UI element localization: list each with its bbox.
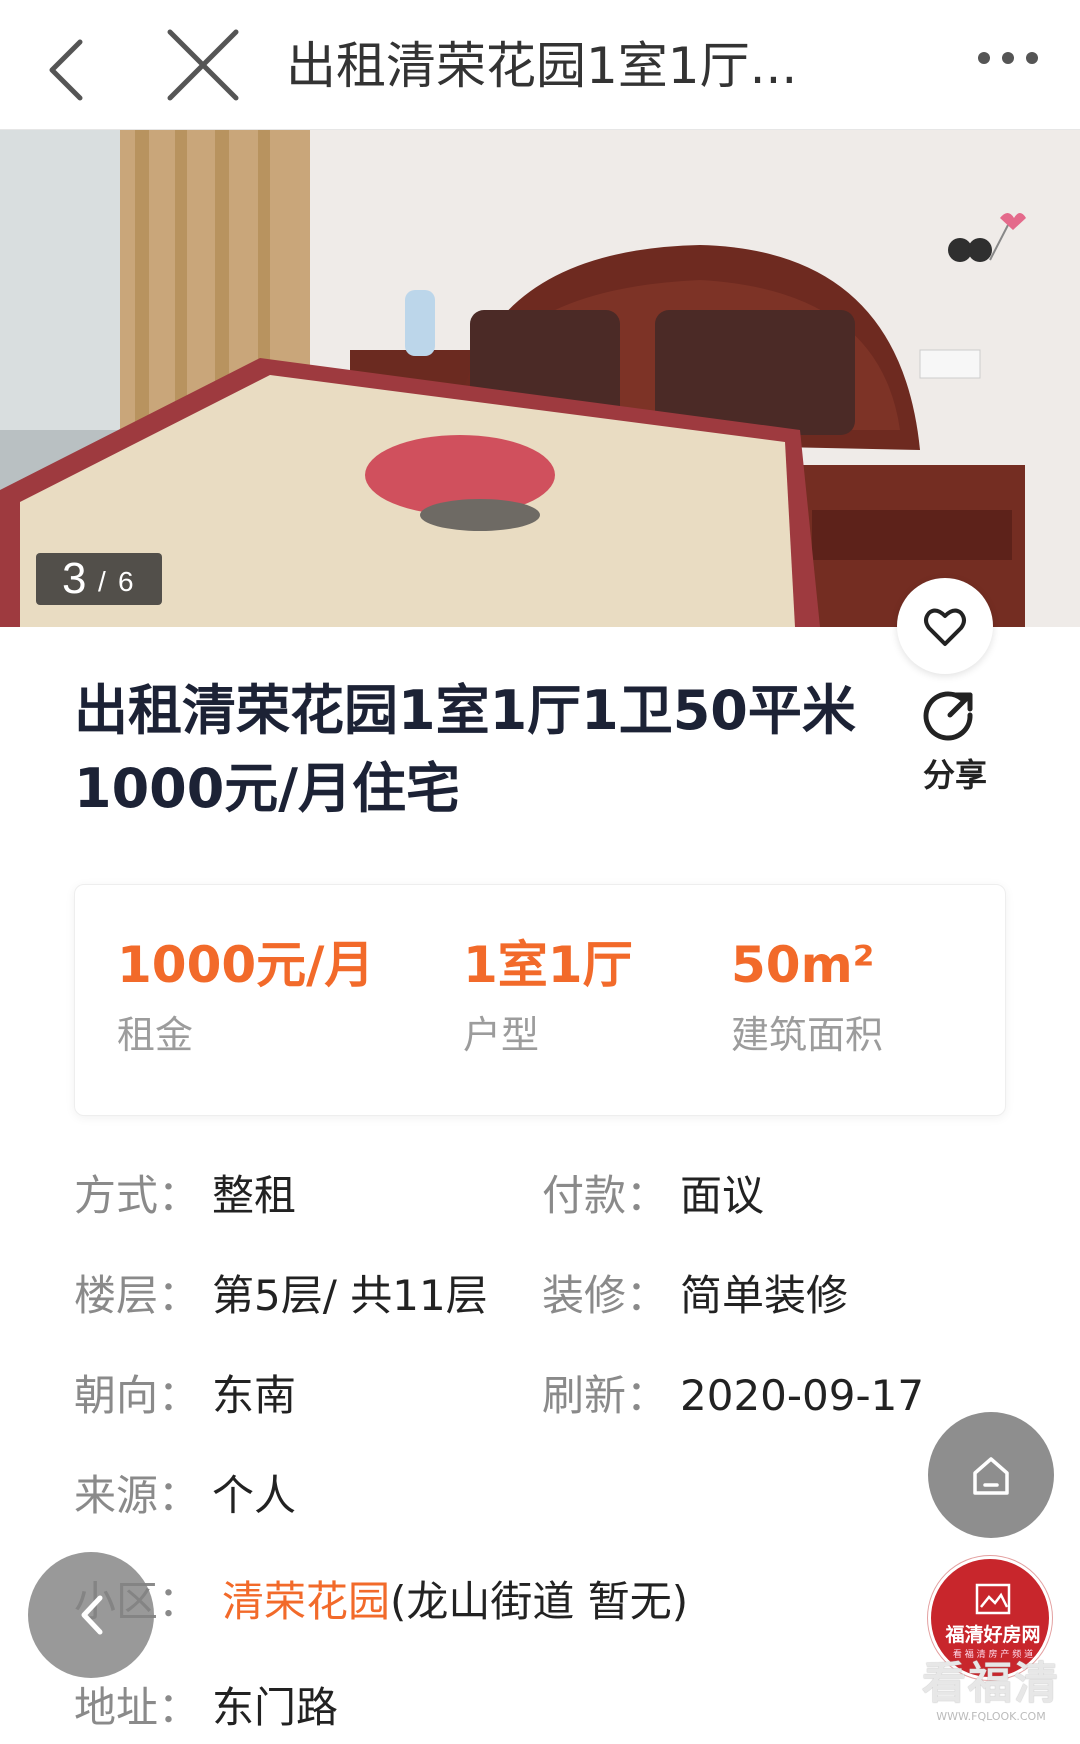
share-label: 分享 — [922, 756, 987, 794]
detail-label: 地址： — [74, 1683, 201, 1732]
community-link[interactable]: 清荣花园 — [222, 1577, 390, 1626]
detail-label: 楼层： — [74, 1271, 201, 1320]
detail-source: 来源： 个人 — [74, 1466, 494, 1526]
detail-value: 面议 — [680, 1171, 765, 1220]
rent-label: 租金 — [117, 1013, 194, 1057]
layout-label: 户型 — [463, 1013, 540, 1057]
watermark-text: 看福清 — [922, 1658, 1060, 1709]
detail-label: 刷新： — [542, 1371, 669, 1420]
chevron-left-icon — [49, 39, 83, 101]
rent-value: 1000元/月 — [117, 936, 375, 994]
community-extra: (龙山街道 暂无) — [390, 1577, 689, 1626]
watermark: 看福清 WWW.FQLOOK.COM — [916, 1658, 1066, 1738]
detail-community: 小区： 清荣花园(龙山街道 暂无) — [74, 1572, 854, 1632]
detail-value: 清荣花园(龙山街道 暂无) — [222, 1572, 688, 1632]
close-icon — [167, 29, 239, 101]
photo-counter: 3 / 6 — [36, 553, 162, 605]
detail-label: 朝向： — [74, 1371, 201, 1420]
logo-text: 福清好房网 — [945, 1624, 1041, 1646]
share-icon — [923, 691, 973, 741]
detail-value: 2020-09-17 — [680, 1371, 925, 1420]
stat-layout: 1室1厅 户型 — [463, 933, 633, 1063]
watermark-url: WWW.FQLOOK.COM — [936, 1710, 1046, 1723]
detail-floor: 楼层： 第5层/ 共11层 — [74, 1266, 514, 1326]
stat-rent: 1000元/月 租金 — [117, 933, 374, 1063]
detail-refresh-date: 刷新： 2020-09-17 — [542, 1366, 962, 1426]
detail-value: 个人 — [212, 1471, 297, 1520]
page-title: 出租清荣花园1室1厅... — [286, 37, 798, 95]
detail-value: 整租 — [212, 1171, 297, 1220]
detail-payment: 付款： 面议 — [542, 1166, 962, 1226]
detail-orientation: 朝向： 东南 — [74, 1366, 494, 1426]
share-button[interactable]: 分享 — [900, 685, 1010, 805]
chevron-left-icon — [81, 1595, 103, 1635]
close-button[interactable] — [160, 22, 250, 112]
photo-gallery[interactable] — [0, 130, 1080, 627]
listing-title: 出租清荣花园1室1厅1卫50平米1000元/月住宅 — [74, 679, 856, 820]
photo-index: 3 — [62, 554, 87, 603]
back-button[interactable] — [28, 22, 118, 112]
home-button[interactable] — [928, 1412, 1054, 1538]
detail-value: 第5层/ 共11层 — [212, 1271, 488, 1320]
more-button[interactable] — [966, 30, 1056, 100]
detail-value: 东门路 — [212, 1683, 339, 1732]
detail-label: 来源： — [74, 1471, 201, 1520]
house-frame-icon — [975, 1583, 1011, 1615]
listing-page: 出租清荣花园1室1厅... 3 / 6 出租清荣花园1室1厅1卫50平米1000… — [0, 0, 1080, 1744]
detail-rental-mode: 方式： 整租 — [74, 1166, 494, 1226]
detail-value: 东南 — [212, 1371, 297, 1420]
detail-label: 装修： — [542, 1271, 669, 1320]
detail-label: 付款： — [542, 1171, 669, 1220]
key-stats-card: 1000元/月 租金 1室1厅 户型 50m² 建筑面积 — [74, 884, 1006, 1116]
favorite-button[interactable] — [897, 578, 993, 674]
photo-total: 6 — [118, 566, 134, 597]
more-dots-icon — [978, 52, 1038, 64]
area-value: 50m² — [731, 936, 875, 994]
layout-value: 1室1厅 — [463, 936, 633, 994]
area-label: 建筑面积 — [731, 1013, 884, 1057]
detail-value: 简单装修 — [680, 1271, 849, 1320]
detail-label: 方式： — [74, 1171, 201, 1220]
floating-back-button[interactable] — [28, 1552, 154, 1678]
bedroom-photo — [0, 130, 1080, 627]
top-nav-bar: 出租清荣花园1室1厅... — [0, 0, 1080, 130]
stat-area: 50m² 建筑面积 — [731, 933, 883, 1063]
detail-address: 地址： 东门路 — [74, 1678, 494, 1738]
heart-icon — [924, 608, 966, 646]
home-icon — [973, 1457, 1009, 1495]
photo-separator: / — [98, 566, 106, 597]
detail-decoration: 装修： 简单装修 — [542, 1266, 962, 1326]
